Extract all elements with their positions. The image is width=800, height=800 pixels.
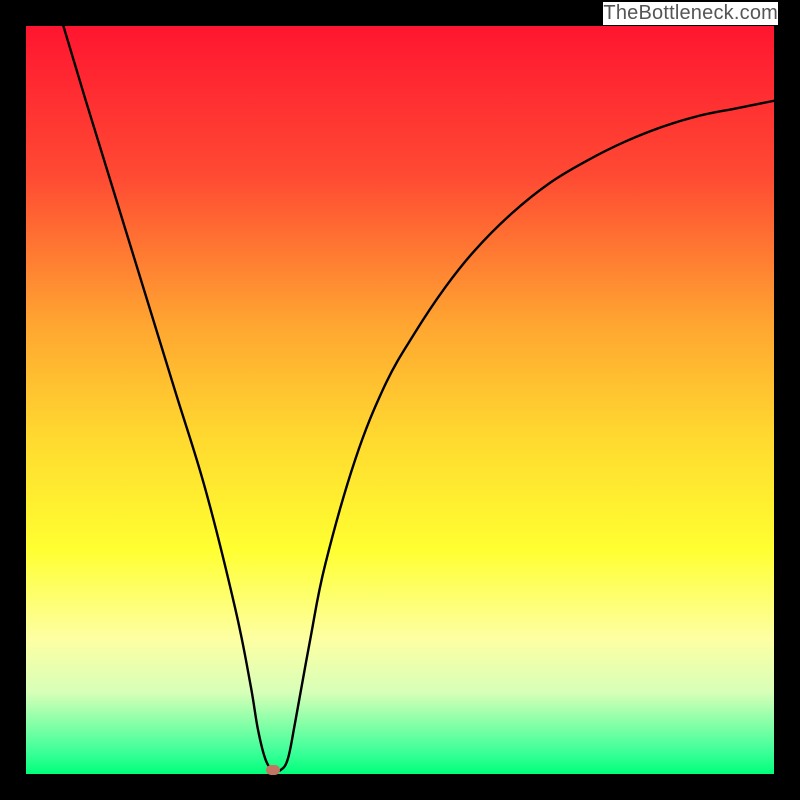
attribution-label: TheBottleneck.com	[603, 2, 778, 25]
bottleneck-chart	[26, 26, 774, 774]
optimal-point-marker	[266, 765, 280, 775]
gradient-background	[26, 26, 774, 774]
